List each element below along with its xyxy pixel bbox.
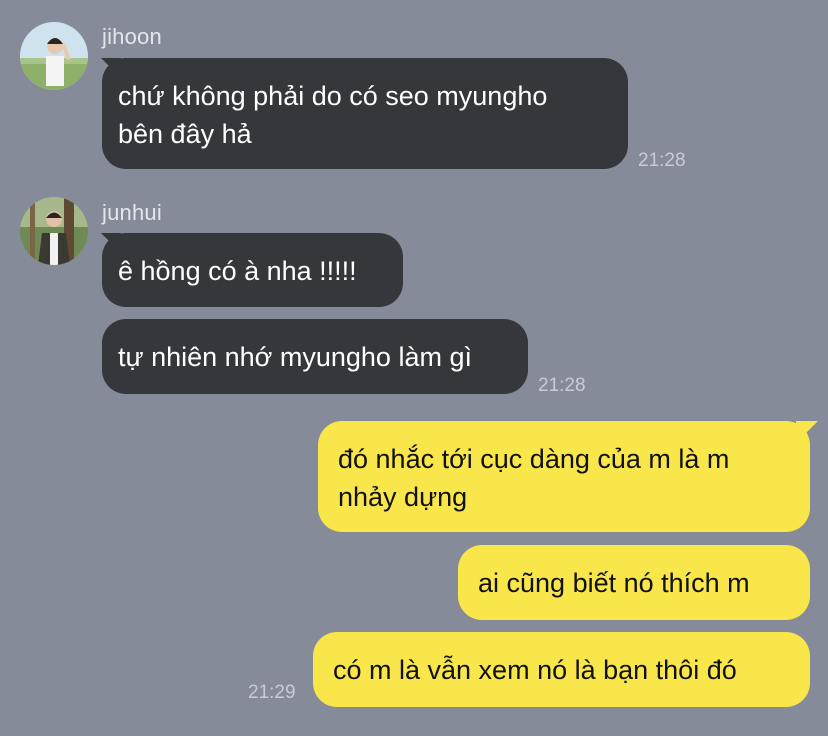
message-bubble-outgoing[interactable]: đó nhắc tới cục dàng của m là m nhảy dựn… <box>318 421 810 532</box>
message-time: 21:28 <box>538 375 586 396</box>
sender-name-junhui: junhui <box>102 200 162 225</box>
avatar-junhui[interactable] <box>20 197 88 265</box>
avatar-jihoon[interactable] <box>20 22 88 90</box>
message-bubble-incoming[interactable]: ê hồng có à nha !!!!! <box>102 233 403 307</box>
message-bubble-incoming[interactable]: chứ không phải do có seo myungho bên đây… <box>102 58 628 169</box>
message-time: 21:29 <box>248 682 296 703</box>
message-bubble-outgoing[interactable]: ai cũng biết nó thích m <box>458 545 810 620</box>
message-time: 21:28 <box>638 150 686 171</box>
sender-name-jihoon: jihoon <box>102 24 162 49</box>
message-bubble-incoming[interactable]: tự nhiên nhớ myungho làm gì <box>102 319 528 394</box>
message-bubble-outgoing[interactable]: có m là vẫn xem nó là bạn thôi đó <box>313 632 810 707</box>
